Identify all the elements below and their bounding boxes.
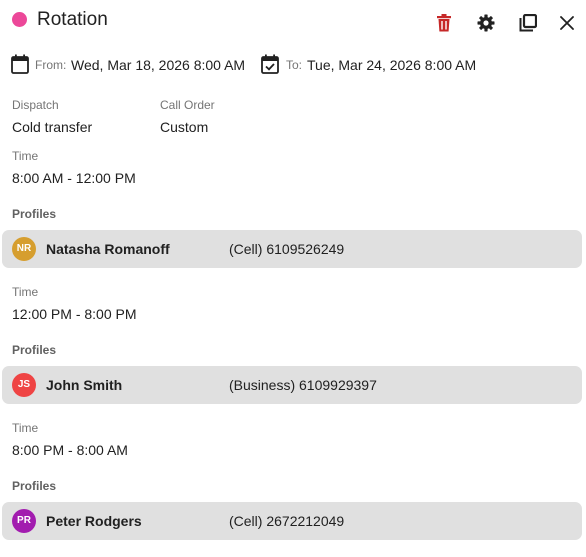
time-label: Time <box>12 421 39 435</box>
profile-name: Natasha Romanoff <box>46 241 170 257</box>
duplicate-icon <box>519 14 537 32</box>
profiles-label: Profiles <box>12 479 57 493</box>
close-button[interactable] <box>555 11 579 35</box>
time-value: 8:00 AM - 12:00 PM <box>12 170 136 186</box>
profiles-label: Profiles <box>12 207 57 221</box>
avatar: NR <box>12 237 36 261</box>
profile-row[interactable]: NR Natasha Romanoff (Cell) 6109526249 <box>2 230 582 268</box>
avatar: JS <box>12 373 36 397</box>
profile-name: Peter Rodgers <box>46 513 142 529</box>
profile-row[interactable]: JS John Smith (Business) 6109929397 <box>2 366 582 404</box>
panel-title: Rotation <box>37 9 108 30</box>
panel-header: Rotation <box>0 0 586 42</box>
calendar-check-icon <box>261 54 279 74</box>
rotation-details-panel: Rotation From: Wed, Mar 18, 2026 8:00 AM… <box>0 0 586 557</box>
dispatch-value: Cold transfer <box>12 119 93 135</box>
gear-icon <box>477 14 495 32</box>
profile-row[interactable]: PR Peter Rodgers (Cell) 2672212049 <box>2 502 582 540</box>
profile-phone: (Cell) 6109526249 <box>229 241 345 257</box>
time-label: Time <box>12 149 39 163</box>
delete-icon <box>437 14 451 32</box>
to-date: Tue, Mar 24, 2026 8:00 AM <box>307 57 477 73</box>
time-label: Time <box>12 285 39 299</box>
date-range: From: Wed, Mar 18, 2026 8:00 AM To: Tue,… <box>0 52 586 78</box>
profile-phone: (Business) 6109929397 <box>229 377 377 393</box>
to-label: To: <box>286 58 303 72</box>
delete-button[interactable] <box>432 11 456 35</box>
profiles-label: Profiles <box>12 343 57 357</box>
avatar: PR <box>12 509 36 533</box>
calendar-icon <box>11 54 29 74</box>
call-order-label: Call Order <box>160 98 215 112</box>
profile-phone: (Cell) 2672212049 <box>229 513 345 529</box>
settings-button[interactable] <box>474 11 498 35</box>
close-icon <box>560 16 574 30</box>
time-value: 12:00 PM - 8:00 PM <box>12 306 137 322</box>
profile-name: John Smith <box>46 377 123 393</box>
call-order-value: Custom <box>160 119 209 135</box>
dispatch-label: Dispatch <box>12 98 59 112</box>
rotation-color-dot <box>12 12 27 27</box>
duplicate-button[interactable] <box>516 11 540 35</box>
from-label: From: <box>35 58 67 72</box>
from-date: Wed, Mar 18, 2026 8:00 AM <box>71 57 246 73</box>
time-value: 8:00 PM - 8:00 AM <box>12 442 128 458</box>
